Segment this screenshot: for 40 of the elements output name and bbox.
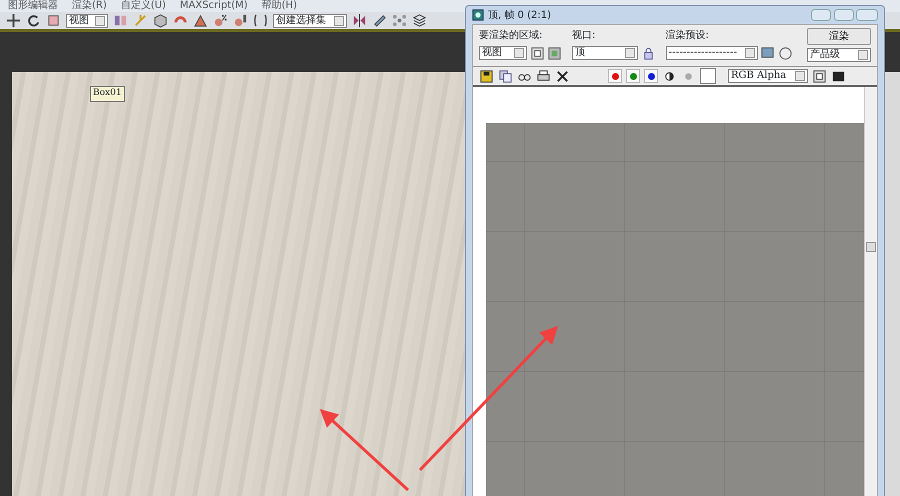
split-view-icon[interactable] bbox=[812, 68, 827, 84]
layers-icon[interactable] bbox=[412, 13, 427, 28]
render-setup-icon[interactable] bbox=[760, 46, 775, 60]
app-icon bbox=[472, 9, 484, 21]
auto-region-icon[interactable] bbox=[547, 46, 562, 60]
dropdown[interactable]: 视图 bbox=[479, 46, 527, 60]
spinner-snap-icon[interactable] bbox=[233, 13, 248, 28]
selection-set-dropdown[interactable]: 创建选择集 bbox=[273, 14, 347, 28]
render-button[interactable]: 渲染 bbox=[807, 28, 871, 45]
dropdown[interactable]: 顶 bbox=[572, 46, 638, 60]
print-icon[interactable] bbox=[536, 68, 551, 84]
percent-snap-icon[interactable] bbox=[213, 13, 228, 28]
schematic-icon[interactable] bbox=[392, 13, 407, 28]
menu-item[interactable]: 帮助(H) bbox=[262, 0, 297, 12]
move-icon[interactable] bbox=[6, 13, 21, 28]
channel-toggle[interactable] bbox=[626, 69, 640, 83]
copy-icon[interactable] bbox=[498, 68, 513, 84]
menu-item[interactable]: MAXScript(M) bbox=[180, 0, 248, 12]
environment-icon[interactable] bbox=[778, 46, 792, 60]
view-dropdown[interactable]: 视图 bbox=[66, 14, 108, 28]
save-icon[interactable] bbox=[479, 68, 494, 84]
mirror-icon[interactable] bbox=[352, 13, 367, 28]
pivot-icon[interactable] bbox=[113, 13, 128, 28]
object-label: Box01 bbox=[90, 86, 125, 102]
close-icon[interactable] bbox=[555, 68, 570, 84]
channel-toggle[interactable] bbox=[644, 69, 658, 83]
scrollbar[interactable] bbox=[864, 87, 877, 496]
scale-icon[interactable] bbox=[46, 13, 61, 28]
quality-dropdown[interactable]: 产品级 bbox=[807, 48, 871, 62]
field-label: 要渲染的区域: bbox=[479, 28, 544, 43]
background-swatch[interactable] bbox=[700, 68, 716, 84]
field-label: 视口: bbox=[572, 28, 596, 43]
menu-item[interactable]: 图形编辑器 bbox=[8, 0, 58, 12]
field-label: 渲染预设: bbox=[666, 28, 710, 43]
dropdown[interactable]: ------------------- bbox=[666, 46, 758, 60]
window-title: 顶, 帧 0 (2:1) bbox=[488, 8, 551, 22]
display-dropdown[interactable]: RGB Alpha bbox=[728, 69, 808, 83]
rotate-icon[interactable] bbox=[26, 13, 41, 28]
channel-toggle[interactable] bbox=[608, 69, 622, 83]
region-select-icon[interactable] bbox=[530, 46, 544, 60]
